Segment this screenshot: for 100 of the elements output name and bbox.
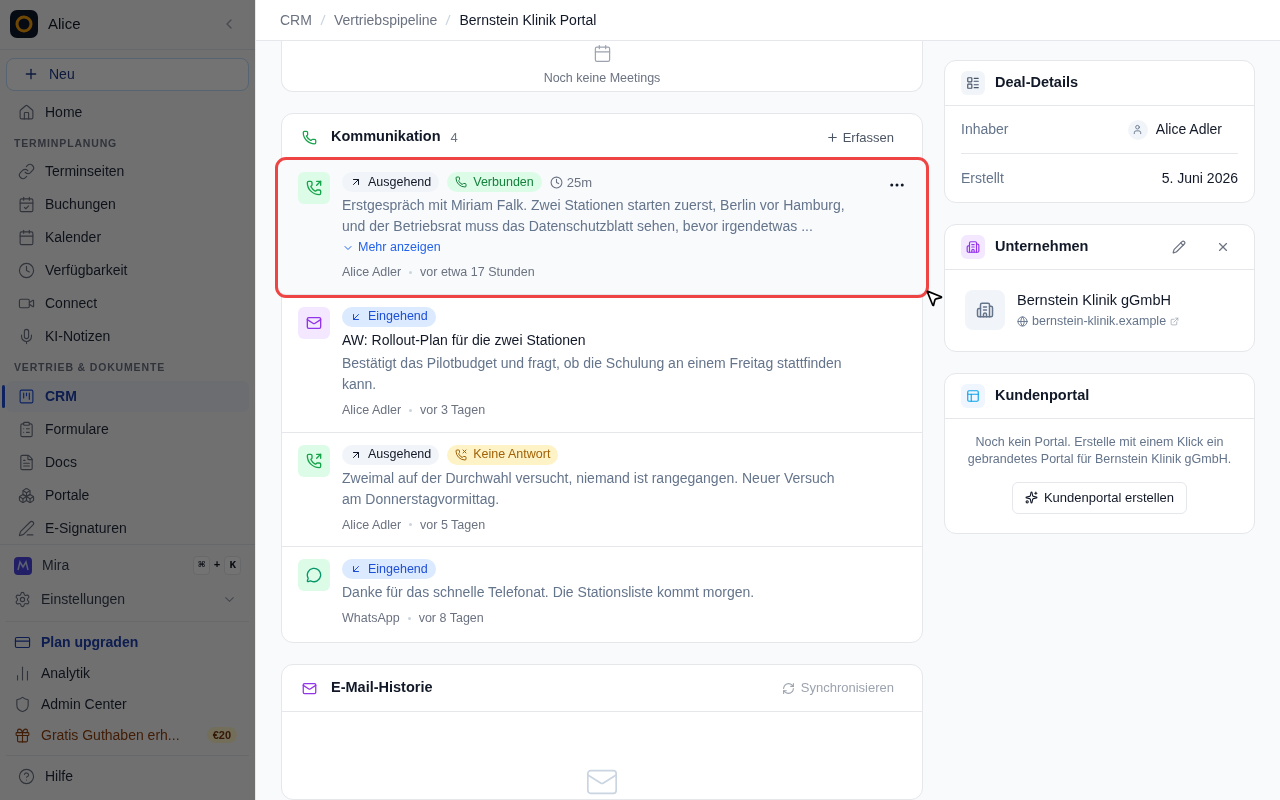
- message-text: Bestätigt das Pilotbudget und fragt, ob die Schulung an einem Freitag stattfinden kann.: [342, 353, 843, 394]
- assistant-logo: [14, 556, 32, 575]
- nav-icon: [14, 726, 31, 744]
- field-label: Erstellt: [961, 168, 1004, 188]
- clock-icon: [549, 175, 563, 189]
- nav-icon: [18, 768, 35, 785]
- item-count: 4: [450, 128, 458, 147]
- status-badge: Eingehend: [342, 306, 436, 327]
- nav-item[interactable]: KI-Notizen: [6, 321, 249, 353]
- nav-icon: [18, 163, 35, 181]
- new-button[interactable]: Neu: [6, 57, 249, 91]
- message-text: Danke für das schnelle Telefonat. Die Stationsliste kommt morgen.: [342, 583, 756, 603]
- card-title: Unternehmen: [995, 237, 1089, 257]
- empty-text: Noch keine Meetings: [543, 70, 661, 88]
- breadcrumb-item[interactable]: CRM: [280, 9, 312, 31]
- nav-item[interactable]: Analytik: [6, 658, 249, 688]
- author: Alice Adler: [342, 264, 402, 281]
- nav-item[interactable]: Verfügbarkeit: [6, 255, 249, 287]
- timestamp: vor 5 Tagen: [420, 516, 486, 534]
- card-icon: [961, 383, 985, 408]
- section-heading: TERMINPLANUNG: [13, 135, 119, 151]
- nav-item[interactable]: Gratis Guthaben erh... €20: [6, 720, 249, 750]
- card-title: Deal-Details: [995, 73, 1078, 93]
- nav-icon: [14, 664, 31, 682]
- sync-icon: [781, 681, 795, 695]
- settings-icon: [14, 591, 31, 608]
- email-subject: AW: Rollout-Plan für die zwei Stationen: [342, 330, 587, 350]
- field-value: Alice Adler: [1155, 120, 1222, 139]
- portal-description: Noch kein Portal. Erstelle mit einem Klick ein gebrandetes Portal für Bernstein Klinik gGmbH.: [966, 433, 1233, 468]
- nav-item[interactable]: Terminseiten: [6, 156, 249, 188]
- card-title: E-Mail-Historie: [331, 678, 433, 698]
- nav-item[interactable]: Plan upgraden: [6, 627, 249, 657]
- author: WhatsApp: [342, 610, 400, 628]
- settings-item[interactable]: Einstellungen: [6, 583, 249, 616]
- card-title: Kommunikation: [331, 127, 441, 147]
- show-more-link[interactable]: Mehr anzeigen: [342, 238, 441, 257]
- communication-item[interactable]: Eingehend AW: Rollout-Plan für die zwei Stationen Bestätigt das Pilotbudget und fragt, ob die Schulung an einem Freitag stattfinden kann. Alice Adler vor 3 Tagen: [282, 294, 922, 433]
- communication-item[interactable]: Ausgehend Keine Antwort Zweimal auf der Durchwahl versucht, niemand ist rangegangen. Neuer Versuch am Donnerstagvormittag. Alice Adler vor 5 Tagen: [282, 432, 922, 548]
- breadcrumb-separator: [445, 14, 452, 26]
- nav-item[interactable]: Buchungen: [6, 189, 249, 221]
- timestamp: vor 8 Tagen: [418, 610, 484, 628]
- nav-item[interactable]: Portale: [6, 480, 249, 511]
- field-value: 5. Juni 2026: [1161, 168, 1238, 188]
- chat-icon: [298, 559, 330, 592]
- nav-icon: [18, 103, 35, 121]
- status-badge: Keine Antwort: [447, 444, 559, 465]
- plus-icon: [23, 66, 39, 82]
- call-duration: 25m: [566, 173, 593, 192]
- message-text: Erstgespräch mit Miriam Falk. Zwei Stationen starten zuerst, Berlin vor Hamburg, und der Betriebsrat muss das Datenschutzblatt sehen, bevor irgendetwas ...: [342, 196, 846, 237]
- card-icon: [961, 71, 985, 95]
- nav-item[interactable]: Home: [6, 96, 249, 128]
- close-icon[interactable]: [1216, 240, 1230, 254]
- timestamp: vor etwa 17 Stunden: [420, 264, 535, 281]
- author: Alice Adler: [342, 516, 402, 534]
- nav-icon: [18, 487, 35, 504]
- breadcrumb-separator: [319, 14, 326, 26]
- phone-icon: [298, 172, 330, 205]
- create-portal-button[interactable]: Kundenportal erstellen: [1011, 481, 1188, 514]
- edit-icon[interactable]: [1172, 240, 1186, 254]
- nav-icon: [18, 454, 35, 471]
- company-name: Bernstein Klinik gGmbH: [1017, 291, 1172, 310]
- app-logo: [10, 10, 38, 39]
- status-badge: Eingehend: [342, 559, 436, 580]
- nav-icon: [18, 196, 35, 214]
- shortcut-key: +: [213, 557, 221, 574]
- assistant-label: Mira: [42, 556, 70, 575]
- website-link[interactable]: bernstein-klinik.example: [1017, 311, 1180, 331]
- nav-item[interactable]: Formulare: [6, 414, 249, 445]
- globe-icon: [1017, 315, 1028, 327]
- shortcut-key: K: [224, 556, 241, 575]
- help-item[interactable]: Hilfe: [6, 761, 249, 792]
- user-icon: [1127, 119, 1148, 140]
- shortcut-key: ⌘: [193, 556, 210, 575]
- nav-icon: [18, 262, 35, 280]
- nav-icon: [18, 520, 35, 537]
- breadcrumb-item: Bernstein Klinik Portal: [459, 10, 597, 30]
- building-icon: [965, 290, 1005, 331]
- nav-item[interactable]: Kalender: [6, 222, 249, 254]
- nav-item[interactable]: Connect: [6, 288, 249, 320]
- nav-item[interactable]: Admin Center: [6, 689, 249, 719]
- nav-item[interactable]: E-Signaturen: [6, 513, 249, 544]
- status-badge: Verbunden: [447, 172, 542, 193]
- credit-badge: €20: [206, 726, 237, 744]
- mail-icon: [302, 680, 317, 696]
- calendar-icon: [592, 44, 612, 64]
- card-title: Kundenportal: [995, 385, 1090, 405]
- sparkles-icon: [1024, 491, 1038, 504]
- plus-icon: [825, 130, 839, 144]
- communication-item[interactable]: Eingehend Danke für das schnelle Telefonat. Die Stationsliste kommt morgen. WhatsApp vor 8 Tagen: [282, 547, 922, 640]
- add-button[interactable]: Erfassen: [825, 127, 894, 147]
- nav-item[interactable]: Docs: [6, 447, 249, 478]
- author: Alice Adler: [342, 401, 402, 419]
- sync-button[interactable]: Synchronisieren: [781, 678, 894, 698]
- phone-icon: [298, 444, 330, 477]
- nav-icon: [18, 229, 35, 247]
- assistant-item[interactable]: Mira ⌘ + K: [6, 549, 249, 582]
- field-label: Inhaber: [961, 120, 1009, 139]
- breadcrumb-item[interactable]: Vertriebspipeline: [333, 9, 438, 31]
- timestamp: vor 3 Tagen: [420, 401, 486, 419]
- nav-icon: [18, 388, 35, 405]
